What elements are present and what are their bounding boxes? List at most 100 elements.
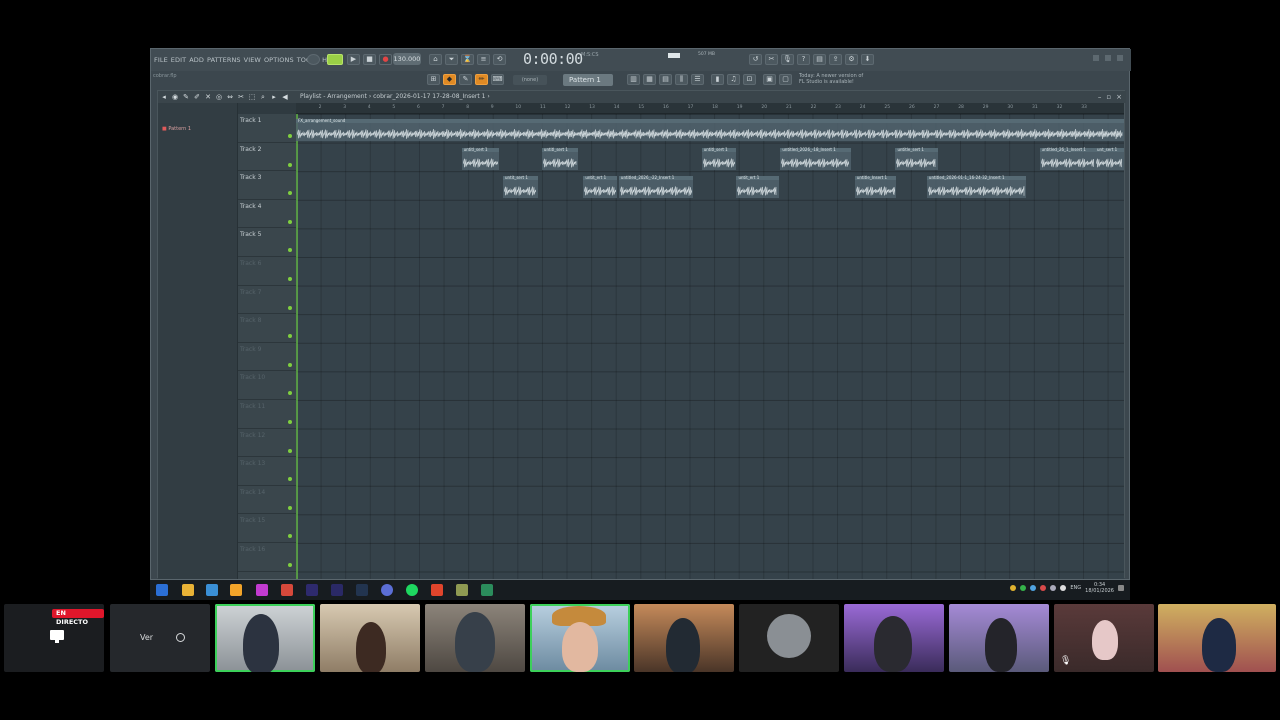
tempo-display[interactable]: 130.000 (393, 53, 421, 65)
tray-icon[interactable] (1030, 585, 1037, 591)
pattern-icon[interactable]: ◉ (171, 93, 179, 101)
audio-clip[interactable]: unt_sert 1 (1095, 147, 1124, 170)
app-icon-4[interactable] (481, 584, 493, 596)
audio-clip[interactable]: untitled_2026-01-1_16-24-32_Insert 1 (926, 175, 1027, 199)
chrome-icon[interactable] (281, 584, 293, 596)
track-header[interactable]: Track 1 (238, 114, 296, 143)
track-header[interactable]: Track 2 (238, 143, 296, 172)
track-active-led[interactable] (288, 362, 292, 367)
track-header[interactable]: Track 16 (238, 543, 296, 572)
track-header[interactable]: Track 12 (238, 429, 296, 458)
browser-icon[interactable]: ☰ (691, 74, 704, 85)
time-display[interactable]: 0:00:00 (523, 50, 583, 68)
track-header[interactable]: Track 3 (238, 171, 296, 200)
countdown-icon[interactable]: ⌛ (461, 54, 474, 65)
save-icon[interactable]: ▤ (813, 54, 826, 65)
brave-icon[interactable] (431, 584, 443, 596)
participant-tile[interactable]: 🎙 (1054, 604, 1154, 672)
track-header[interactable]: Track 13 (238, 457, 296, 486)
menu-file[interactable]: FILE (154, 56, 168, 64)
spotify-icon[interactable] (406, 584, 418, 596)
select-tool-icon[interactable]: ⬚ (248, 93, 256, 101)
photoshop-icon[interactable] (356, 584, 368, 596)
mixer-icon[interactable]: ⫼ (675, 74, 688, 85)
pattern-selector[interactable]: Pattern 1 (563, 74, 613, 86)
speaker-icon[interactable] (1060, 585, 1067, 591)
audio-clip[interactable]: untit_sert 1 (503, 175, 538, 199)
tempo-tapper-icon[interactable]: ♫ (727, 74, 740, 85)
notification-icon[interactable] (1118, 585, 1124, 591)
play-tool-icon[interactable]: ▸ (270, 93, 278, 101)
participant-tile[interactable] (949, 604, 1049, 672)
audio-clip[interactable]: untitled_2026_-22_Insert 1 (618, 175, 694, 199)
wait-input-icon[interactable]: ⏷ (445, 54, 458, 65)
track-header[interactable]: Track 4 (238, 200, 296, 229)
channel-rack-icon[interactable]: ▤ (659, 74, 672, 85)
participant-tile[interactable] (320, 604, 420, 672)
whatsapp-icon[interactable] (1020, 585, 1027, 591)
tray-icon[interactable] (1050, 585, 1057, 591)
premiere-icon[interactable] (306, 584, 318, 596)
mute-tool-icon[interactable]: ◎ (215, 93, 223, 101)
menu-patterns[interactable]: PATTERNS (207, 56, 241, 64)
discord-icon[interactable] (381, 584, 393, 596)
snap-icon[interactable]: ⊞ (427, 74, 440, 85)
participant-tile[interactable] (1158, 604, 1276, 672)
play-button[interactable]: ▶ (347, 54, 360, 65)
participant-tile[interactable] (634, 604, 734, 672)
track-active-led[interactable] (288, 534, 292, 539)
language-indicator[interactable]: ENG (1070, 585, 1081, 591)
pencil-tool-icon[interactable]: ✏ (475, 74, 488, 85)
touch-keyboard-icon[interactable]: ⊡ (743, 74, 756, 85)
track-header[interactable]: Track 8 (238, 314, 296, 343)
track-header[interactable]: Track 11 (238, 400, 296, 429)
tray-icon[interactable] (1040, 585, 1047, 591)
stop-button[interactable]: ■ (363, 54, 376, 65)
menu-add[interactable]: ADD (189, 56, 204, 64)
paint-mode-icon[interactable]: ✎ (459, 74, 472, 85)
audio-clip[interactable]: untitle_Insert 1 (854, 175, 897, 199)
audio-clip[interactable]: untit_ert 1 (736, 175, 779, 199)
track-header[interactable]: Track 14 (238, 486, 296, 515)
app-icon-3[interactable] (456, 584, 468, 596)
playlist-icon[interactable]: ▥ (627, 74, 640, 85)
participant-tile[interactable] (739, 604, 839, 672)
audio-clip[interactable]: untitled_2026_-18_Insert 1 (780, 147, 851, 170)
track-header[interactable]: Track 10 (238, 371, 296, 400)
playlist-minimize[interactable]: – (1098, 93, 1102, 101)
download-icon[interactable]: ⬇ (861, 54, 874, 65)
track-header[interactable]: Track 5 (238, 228, 296, 257)
audio-clip[interactable]: untitle_sert 1 (895, 147, 938, 170)
live-tile[interactable]: EN DIRECTO (4, 604, 104, 672)
menu-view[interactable]: VIEW (244, 56, 261, 64)
draw-mode-icon[interactable]: ◆ (443, 74, 456, 85)
playhead[interactable] (296, 114, 298, 579)
settings-icon[interactable]: ⚙ (845, 54, 858, 65)
project-icon[interactable]: ▢ (779, 74, 792, 85)
app-icon-2[interactable] (256, 584, 268, 596)
clock[interactable]: 0:34 18/01/2026 (1085, 582, 1114, 594)
audio-clip[interactable]: untitl_sert 1 (701, 147, 737, 170)
track-header[interactable]: Track 9 (238, 343, 296, 372)
slice-tool-icon[interactable]: ✂ (237, 93, 245, 101)
pattern-song-toggle[interactable] (327, 54, 343, 65)
audio-clip[interactable]: untitled_26_1_Insert 1 (1039, 147, 1095, 170)
clipboard-icon[interactable]: ▣ (763, 74, 776, 85)
playlist-close[interactable]: × (1116, 93, 1122, 101)
mic-icon[interactable]: 🎙 (781, 54, 794, 65)
track-active-led[interactable] (288, 162, 292, 167)
minimize-button[interactable] (1093, 55, 1099, 61)
pattern-list-item[interactable]: Pattern 1 (162, 126, 191, 132)
blend-notes-icon[interactable]: ≡ (477, 54, 490, 65)
undo-icon[interactable]: ↺ (749, 54, 762, 65)
participant-tile[interactable] (425, 604, 525, 672)
track-active-led[interactable] (288, 334, 292, 339)
participant-tile[interactable] (215, 604, 315, 672)
piano-roll-icon[interactable]: ▦ (643, 74, 656, 85)
track-header[interactable]: Track 7 (238, 286, 296, 315)
track-active-led[interactable] (288, 248, 292, 253)
master-volume-knob[interactable] (307, 54, 320, 65)
track-header[interactable]: Track 15 (238, 514, 296, 543)
track-active-led[interactable] (288, 305, 292, 310)
track-header[interactable]: Track 6 (238, 257, 296, 286)
